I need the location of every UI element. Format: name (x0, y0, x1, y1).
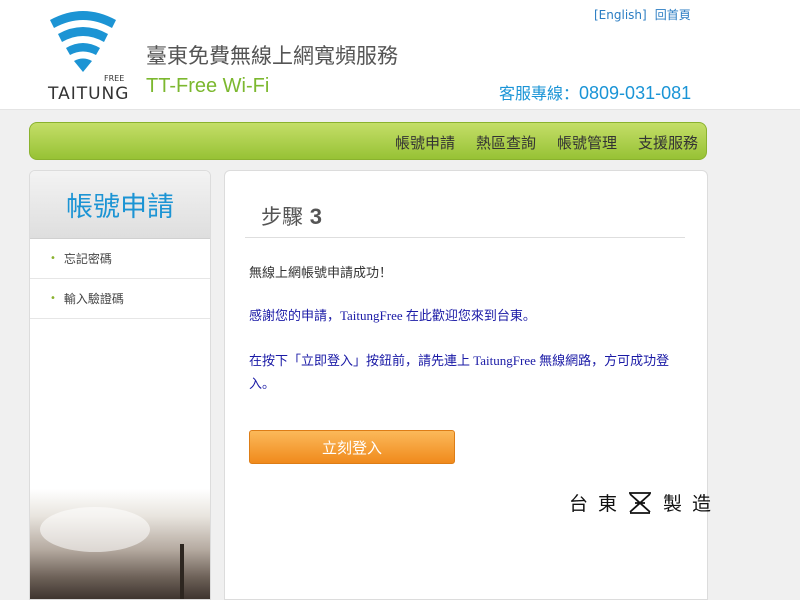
sidebar: 帳號申請 • 忘記密碼 • 輸入驗證碼 (29, 170, 211, 600)
thanks-message: 感謝您的申請，TaitungFree 在此歡迎您來到台東。 (249, 308, 536, 323)
hotline-number: 0809-031-081 (579, 83, 692, 103)
home-link[interactable]: 回首頁 (655, 8, 691, 22)
login-note: 在按下「立即登入」按鈕前，請先連上 TaitungFree 無線網路，方可成功登… (249, 353, 670, 391)
step-label: 步驟 (261, 205, 303, 229)
sidebar-item-enter-code[interactable]: • 輸入驗證碼 (30, 279, 210, 319)
maker-char: 製 (663, 493, 683, 515)
main-content: 步驟 3 無線上網帳號申請成功！ 感謝您的申請，TaitungFree 在此歡迎… (224, 170, 711, 600)
maker-char: 台 (569, 493, 589, 515)
english-link[interactable]: [English] (594, 8, 647, 22)
nav-item-hotspot-search[interactable]: 熱區查詢 (476, 132, 536, 153)
bullet-icon: • (50, 293, 56, 304)
sidebar-title: 帳號申請 (30, 171, 210, 239)
maker-emblem-icon (629, 491, 652, 514)
hotline-label: 客服專線： (499, 84, 580, 103)
bullet-icon: • (50, 253, 56, 264)
success-message: 無線上網帳號申請成功！ (249, 266, 393, 281)
login-now-button[interactable]: 立刻登入 (249, 430, 455, 464)
wifi-logo-icon (50, 11, 116, 72)
sidebar-item-label: 輸入驗證碼 (63, 292, 124, 306)
divider (245, 237, 685, 238)
logo-wordmark: TAITUNG (48, 84, 130, 104)
site-header: FREE TAITUNG 臺東免費無線上網寬頻服務 TT-Free Wi-Fi … (0, 0, 800, 110)
nav-item-account-manage[interactable]: 帳號管理 (557, 132, 617, 153)
step-number: 3 (309, 204, 322, 229)
nav-item-support[interactable]: 支援服務 (638, 132, 698, 153)
scenery-photo (30, 489, 210, 599)
service-hotline: 客服專線：0809-031-081 (499, 80, 691, 104)
maker-char: 東 (598, 493, 618, 515)
taitung-free-logo[interactable]: FREE TAITUNG (40, 6, 140, 104)
logo-free-text: FREE (104, 74, 125, 83)
site-subtitle: TT-Free Wi-Fi (146, 75, 270, 97)
maker-char: 造 (692, 493, 712, 515)
top-links: [English] 回首頁 (594, 6, 691, 23)
site-title: 臺東免費無線上網寬頻服務 (146, 44, 398, 68)
sidebar-item-label: 忘記密碼 (63, 252, 112, 266)
main-nav: 帳號申請 熱區查詢 帳號管理 支援服務 (29, 122, 707, 160)
nav-item-account-apply[interactable]: 帳號申請 (395, 132, 455, 153)
made-in-taitung: 台 東 製 造 (569, 489, 721, 516)
sidebar-item-forgot-password[interactable]: • 忘記密碼 (30, 239, 210, 279)
step-title: 步驟 3 (261, 201, 322, 231)
